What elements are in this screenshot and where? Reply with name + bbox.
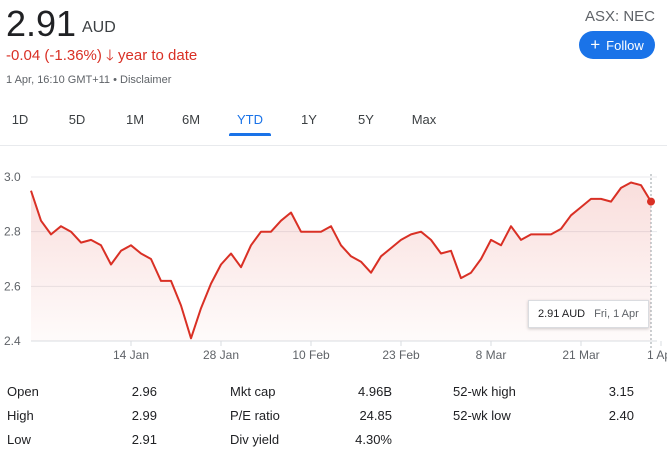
stat-value-div-yield: 4.30% (355, 432, 392, 447)
follow-button[interactable]: + Follow (579, 31, 655, 59)
stat-label-low: Low (7, 432, 31, 447)
tab-5y[interactable]: 5Y (349, 108, 383, 136)
y-tick-label: 2.6 (4, 279, 21, 293)
tab-5d[interactable]: 5D (60, 108, 94, 136)
tab-ytd[interactable]: YTD (229, 108, 271, 136)
quote-meta[interactable]: 1 Apr, 16:10 GMT+11 • Disclaimer (6, 74, 171, 86)
y-tick-label: 2.4 (4, 334, 21, 348)
stat-value-open: 2.96 (131, 384, 157, 399)
y-tick-label: 2.8 (4, 225, 21, 239)
stat-label-52-wk-low: 52-wk low (453, 408, 511, 423)
price-change: -0.04 (-1.36%) 🡓 year to date (6, 45, 197, 70)
stat-value-low: 2.91 (131, 432, 157, 447)
stat-label-p-e-ratio: P/E ratio (230, 408, 280, 423)
tab-6m[interactable]: 6M (173, 108, 209, 136)
price-chart[interactable]: 3.0 2.8 2.6 2.4 14 Jan 28 Jan 10 Feb 23 Feb 8 Ma… (0, 160, 667, 365)
x-tick-label: 1 Apr (647, 348, 667, 362)
down-arrow-icon: 🡓 (106, 47, 114, 64)
plus-icon: + (590, 35, 601, 54)
tooltip-date: Fri, 1 Apr (594, 308, 639, 320)
stat-label-52-wk-high: 52-wk high (453, 384, 516, 399)
stat-value-high: 2.99 (131, 408, 157, 423)
x-tick-label: 8 Mar (476, 348, 507, 362)
current-point (647, 197, 655, 206)
tabs-divider (0, 145, 667, 146)
stat-label-open: Open (7, 384, 39, 399)
stat-value-52-wk-high: 3.15 (608, 384, 634, 399)
stat-label-mkt-cap: Mkt cap (230, 384, 276, 399)
x-tick-label: 10 Feb (292, 348, 330, 362)
x-tick-label: 28 Jan (203, 348, 239, 362)
tab-max[interactable]: Max (403, 108, 445, 136)
tooltip-price: 2.91 AUD (538, 308, 586, 320)
change-value: -0.04 (-1.36%) (6, 47, 102, 64)
stat-value-mkt-cap: 4.96B (358, 384, 392, 399)
x-tick-label: 21 Mar (562, 348, 599, 362)
stat-label-div-yield: Div yield (230, 432, 280, 447)
follow-label: Follow (606, 37, 644, 53)
currency-label: AUD (82, 19, 116, 36)
tab-1m[interactable]: 1M (118, 108, 152, 136)
price-value: 2.91 (6, 3, 77, 44)
stat-value-52-wk-low: 2.40 (608, 408, 634, 423)
x-tick-label: 23 Feb (382, 348, 420, 362)
chart-tooltip: 2.91 AUD Fri, 1 Apr (528, 300, 649, 328)
x-tick-label: 14 Jan (113, 348, 149, 362)
stat-value-p-e-ratio: 24.85 (359, 408, 392, 423)
change-period: year to date (118, 47, 198, 64)
tab-1y[interactable]: 1Y (292, 108, 326, 136)
tab-1d[interactable]: 1D (5, 108, 35, 136)
ticker-symbol: ASX: NEC (584, 8, 655, 25)
y-tick-label: 3.0 (4, 170, 21, 184)
stat-label-high: High (7, 408, 34, 423)
